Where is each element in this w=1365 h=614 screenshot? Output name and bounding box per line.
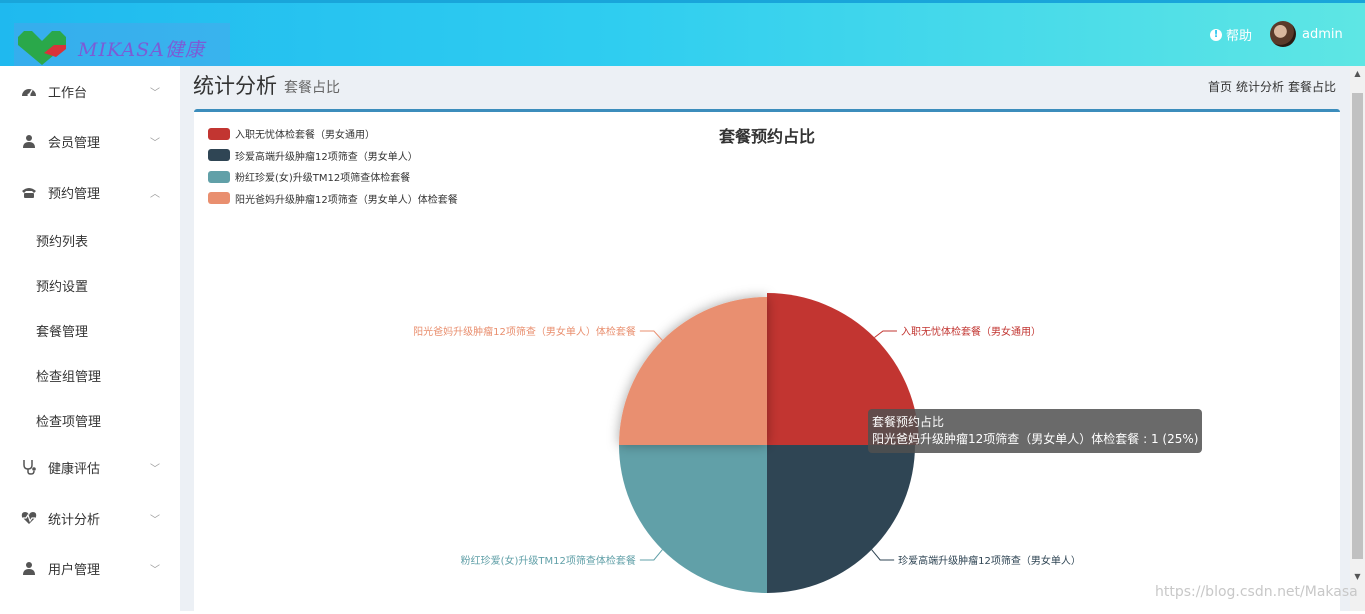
tooltip-title: 套餐预约占比 bbox=[872, 415, 945, 429]
sidebar-item-label: 工作台 bbox=[48, 85, 88, 101]
sidebar-item-users[interactable]: 用户管理 ﹀ bbox=[0, 553, 180, 583]
help-link[interactable]: ! 帮助 bbox=[1210, 25, 1252, 44]
phone-icon bbox=[21, 184, 37, 200]
chevron-down-icon: ﹀ bbox=[150, 463, 160, 475]
main-content: 统计分析 套餐占比 首页 统计分析 套餐占比 套餐预约占比 入职无忧体检套餐（男… bbox=[180, 66, 1350, 611]
sidebar-item-workbench[interactable]: 工作台 ﹀ bbox=[0, 76, 180, 106]
pie-slice[interactable] bbox=[767, 445, 915, 593]
sidebar-item-label: 会员管理 bbox=[48, 135, 101, 151]
sidebar-subitem-checkitem-management[interactable]: 检查项管理 bbox=[36, 411, 101, 430]
heartbeat-icon bbox=[21, 510, 37, 526]
logo[interactable]: MIKASA健康 bbox=[14, 23, 230, 67]
breadcrumb: 首页 统计分析 套餐占比 bbox=[1208, 78, 1336, 95]
pie-label-line bbox=[639, 549, 663, 561]
chevron-down-icon: ﹀ bbox=[150, 514, 160, 526]
breadcrumb-statistics[interactable]: 统计分析 bbox=[1236, 78, 1284, 95]
pie-slice[interactable] bbox=[619, 445, 767, 593]
pie-chart: 入职无忧体检套餐（男女通用） 珍爱高端升级肿瘤12项筛查（男女单人） 粉红珍爱(女)… bbox=[413, 293, 1081, 593]
scroll-up-arrow-icon[interactable]: ▲ bbox=[1350, 66, 1365, 81]
sidebar-item-label: 用户管理 bbox=[48, 562, 101, 578]
pie-slice[interactable] bbox=[619, 297, 767, 445]
sidebar-subitem-package-management[interactable]: 套餐管理 bbox=[36, 321, 88, 340]
sidebar-item-label: 统计分析 bbox=[48, 512, 101, 528]
breadcrumb-current: 套餐占比 bbox=[1287, 80, 1336, 94]
sidebar: 工作台 ﹀ 会员管理 ﹀ 预约管理 ︿ 预约列表 预约设置 套餐管理 检查组管理… bbox=[0, 66, 180, 611]
sidebar-item-label: 预约管理 bbox=[48, 186, 101, 202]
sidebar-subitem-checkgroup-management[interactable]: 检查组管理 bbox=[36, 366, 101, 385]
pie-label-line bbox=[874, 330, 897, 338]
sidebar-subitem-appointment-settings[interactable]: 预约设置 bbox=[36, 276, 88, 295]
sidebar-item-label: 健康评估 bbox=[48, 461, 101, 477]
sidebar-item-appointments[interactable]: 预约管理 ︿ bbox=[0, 177, 180, 207]
info-icon: ! bbox=[1210, 28, 1222, 41]
pie-label: 阳光爸妈升级肿瘤12项筛查（男女单人）体检套餐 bbox=[413, 325, 636, 338]
scrollbar-thumb[interactable] bbox=[1352, 93, 1363, 559]
heart-logo-icon bbox=[18, 31, 66, 65]
chart-panel: 套餐预约占比 入职无忧体检套餐（男女通用） 珍爱高端升级肿瘤12项筛查（男女单人）… bbox=[194, 109, 1340, 611]
tooltip-line: 阳光爸妈升级肿瘤12项筛查（男女单人）体检套餐 : 1 (25%) bbox=[872, 432, 1199, 446]
help-label: 帮助 bbox=[1226, 29, 1253, 44]
user-icon bbox=[21, 560, 37, 576]
chart-tooltip: 套餐预约占比 阳光爸妈升级肿瘤12项筛查（男女单人）体检套餐 : 1 (25%) bbox=[868, 409, 1203, 453]
chevron-down-icon: ﹀ bbox=[150, 87, 160, 99]
pie-label: 入职无忧体检套餐（男女通用） bbox=[901, 325, 1041, 338]
sidebar-subitem-appointment-list[interactable]: 预约列表 bbox=[36, 231, 88, 250]
user-icon bbox=[21, 133, 37, 149]
pie-label: 珍爱高端升级肿瘤12项筛查（男女单人） bbox=[898, 554, 1081, 567]
logo-text: MIKASA健康 bbox=[78, 39, 205, 61]
pie-label-line bbox=[871, 549, 895, 561]
stethoscope-icon bbox=[21, 459, 37, 475]
page-subtitle: 套餐占比 bbox=[284, 80, 340, 96]
sidebar-item-health-assessment[interactable]: 健康评估 ﹀ bbox=[0, 452, 180, 482]
sidebar-item-statistics[interactable]: 统计分析 ﹀ bbox=[0, 503, 180, 533]
chevron-down-icon: ﹀ bbox=[150, 564, 160, 576]
user-menu[interactable]: admin bbox=[1270, 21, 1343, 47]
watermark: https://blog.csdn.net/Makasa bbox=[1155, 584, 1358, 600]
pie-label: 粉红珍爱(女)升级TM12项筛查体检套餐 bbox=[461, 554, 636, 567]
dashboard-icon bbox=[21, 83, 37, 99]
top-header: MIKASA健康 ! 帮助 admin bbox=[0, 0, 1365, 67]
avatar bbox=[1270, 21, 1296, 47]
sidebar-item-members[interactable]: 会员管理 ﹀ bbox=[0, 126, 180, 156]
vertical-scrollbar[interactable]: ▲ ▼ bbox=[1350, 66, 1365, 611]
chevron-down-icon: ﹀ bbox=[150, 137, 160, 149]
pie-label-line bbox=[639, 330, 663, 341]
chevron-up-icon: ︿ bbox=[150, 188, 160, 200]
scroll-down-arrow-icon[interactable]: ▼ bbox=[1350, 569, 1365, 584]
page-title: 统计分析 bbox=[193, 74, 277, 98]
breadcrumb-home[interactable]: 首页 bbox=[1208, 78, 1232, 95]
user-name: admin bbox=[1302, 26, 1343, 42]
